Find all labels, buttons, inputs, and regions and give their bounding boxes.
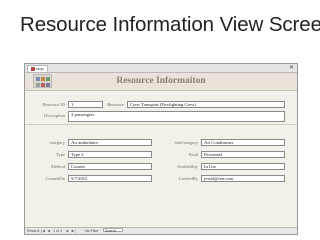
category-label: category (49, 140, 66, 145)
search-placeholder: Search (105, 229, 117, 233)
type-field[interactable]: Type 2 (68, 151, 152, 158)
method-field[interactable]: Courier (68, 163, 152, 170)
tab-label: rsop (36, 66, 44, 71)
kind-label: Kind (189, 152, 198, 157)
created-by-field[interactable]: jessel@ien.com (201, 175, 285, 182)
availability-field[interactable]: In Use (201, 163, 285, 170)
type-label: Type (56, 152, 65, 157)
created-on-label: CreatedOn (45, 176, 66, 181)
resource-id-label: Resource ID (42, 102, 65, 107)
description-label: Description (44, 113, 65, 118)
filter-status[interactable]: No Filter (85, 228, 99, 234)
next-record-icon[interactable]: ► (66, 228, 70, 234)
record-position[interactable]: 1 of 1 (53, 228, 62, 234)
method-label: Method (51, 164, 65, 169)
app-window: rsop ✕ Resource Informaiton Resource ID … (24, 63, 298, 235)
sub-category-label: SubCategory (174, 140, 199, 145)
created-on-field[interactable]: 5/7/2012 (68, 175, 152, 182)
description-field[interactable]: 3 passengers (68, 111, 285, 122)
record-navigation-bar: Record: |◄ ◄ 1 of 1 ► ►| No Filter Searc… (25, 227, 297, 234)
form-title: Resource Informaiton (116, 76, 206, 86)
created-by-label: CreatedBy (178, 176, 198, 181)
tab-bar: rsop ✕ (25, 64, 297, 73)
resource-label: Resource (107, 102, 124, 107)
kind-field[interactable]: Personnel (201, 151, 285, 158)
availability-label: Availability (176, 164, 198, 169)
resource-field[interactable]: Crew Transport (Firefighting Crew) (127, 101, 285, 108)
form-icon (31, 67, 35, 71)
tab-rsop[interactable]: rsop (27, 65, 48, 72)
section-divider (25, 124, 297, 125)
category-field[interactable]: Air ambulance (68, 139, 152, 146)
previous-record-icon[interactable]: ◄ (47, 228, 51, 234)
record-label: Record: (27, 229, 40, 233)
slide-title: Resource Information View Screen (20, 13, 320, 36)
last-record-icon[interactable]: ►| (71, 228, 76, 234)
form-header: Resource Informaiton (25, 73, 297, 91)
sub-category-field[interactable]: Air Conditioner (201, 139, 285, 146)
close-icon[interactable]: ✕ (289, 64, 294, 72)
first-record-icon[interactable]: |◄ (41, 228, 46, 234)
resource-id-field[interactable]: 1 (68, 101, 103, 108)
